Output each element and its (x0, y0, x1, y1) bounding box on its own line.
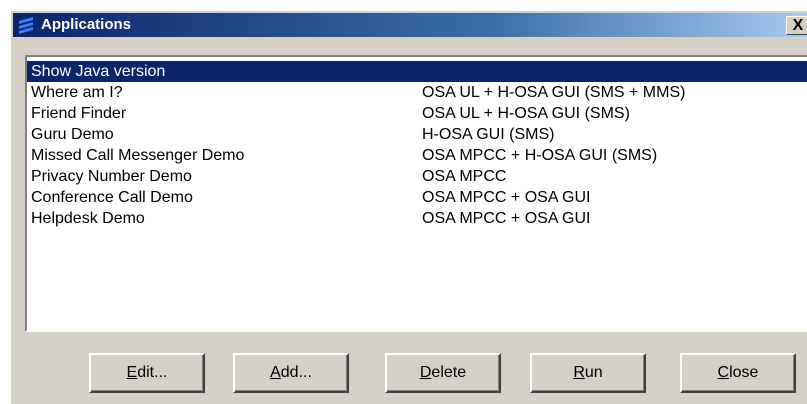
list-item[interactable]: Show Java version (27, 61, 807, 82)
application-description: OSA MPCC + OSA GUI (422, 210, 591, 227)
application-name: Missed Call Messenger Demo (31, 147, 245, 164)
list-item[interactable]: Privacy Number Demo OSA MPCC (27, 166, 807, 187)
applications-dialog: Applications X Show Java version Where a… (10, 10, 807, 404)
list-item[interactable]: Conference Call Demo OSA MPCC + OSA GUI (27, 187, 807, 208)
application-name: Where am I? (31, 84, 123, 101)
application-name: Privacy Number Demo (31, 168, 192, 185)
application-name: Show Java version (31, 63, 166, 80)
application-name: Helpdesk Demo (31, 210, 145, 227)
edit-mnemonic: E (126, 364, 138, 381)
run-button[interactable]: Run (530, 353, 646, 393)
application-description: OSA MPCC + H-OSA GUI (SMS) (422, 147, 658, 164)
application-description: OSA UL + H-OSA GUI (SMS + MMS) (422, 84, 686, 101)
add-button[interactable]: Add... (233, 353, 349, 393)
list-item[interactable]: Where am I? OSA UL + H-OSA GUI (SMS + MM… (27, 82, 807, 103)
application-description: OSA MPCC + OSA GUI (422, 189, 591, 206)
application-name: Guru Demo (31, 126, 114, 143)
close-window-button[interactable]: X (786, 16, 807, 35)
list-item[interactable]: Helpdesk Demo OSA MPCC + OSA GUI (27, 208, 807, 229)
application-description: OSA UL + H-OSA GUI (SMS) (422, 105, 630, 122)
close-label: lose (729, 364, 759, 381)
edit-label: dit... (137, 364, 168, 381)
applications-list[interactable]: Show Java version Where am I? OSA UL + H… (25, 55, 807, 332)
close-mnemonic: C (717, 364, 730, 381)
application-name: Friend Finder (31, 105, 127, 122)
run-label: un (584, 364, 603, 381)
application-description: H-OSA GUI (SMS) (422, 126, 555, 143)
delete-label: elete (431, 364, 467, 381)
application-name: Conference Call Demo (31, 189, 193, 206)
delete-button[interactable]: Delete (385, 353, 501, 393)
list-item[interactable]: Missed Call Messenger Demo OSA MPCC + H-… (27, 145, 807, 166)
edit-button[interactable]: Edit... (89, 353, 205, 393)
application-description: OSA MPCC (422, 168, 507, 185)
add-mnemonic: A (270, 364, 281, 381)
delete-mnemonic: D (419, 364, 432, 381)
close-button[interactable]: Close (680, 353, 796, 393)
close-icon: X (792, 16, 804, 34)
list-item[interactable]: Guru Demo H-OSA GUI (SMS) (27, 124, 807, 145)
list-item[interactable]: Friend Finder OSA UL + H-OSA GUI (SMS) (27, 103, 807, 124)
stacked-stripes-logo-icon (19, 17, 33, 34)
add-label: dd... (280, 364, 312, 381)
window-title: Applications (41, 16, 132, 33)
title-bar[interactable]: Applications X (13, 13, 807, 37)
run-mnemonic: R (573, 364, 585, 381)
